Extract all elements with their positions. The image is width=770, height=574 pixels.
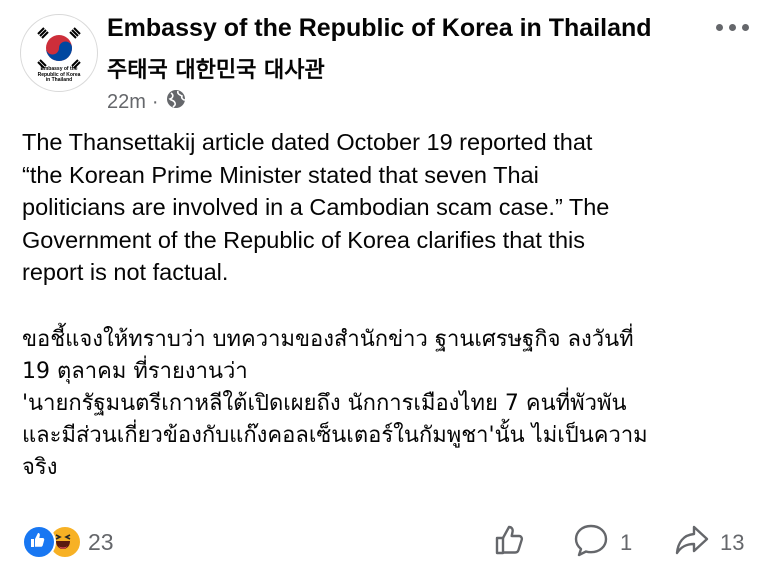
- page-name-korean[interactable]: 주태국 대한민국 대사관: [107, 52, 325, 84]
- post-text-line: The Thansettakij article dated October 1…: [22, 129, 593, 155]
- comment-bubble-icon: [572, 522, 610, 564]
- comment-button[interactable]: 1: [572, 522, 632, 564]
- post-text-line: politicians are involved in a Cambodian …: [22, 194, 610, 220]
- reaction-count: 23: [88, 528, 114, 555]
- post-text-line: report is not factual.: [22, 259, 229, 285]
- share-arrow-icon: [674, 522, 710, 564]
- reactions-summary[interactable]: 23: [22, 525, 114, 559]
- meta-separator: ·: [151, 90, 159, 113]
- post-text-line: และมีส่วนเกี่ยวข้องกับแก๊งคอลเซ็นเตอร์ใน…: [22, 423, 648, 448]
- post-text-line: “the Korean Prime Minister stated that s…: [22, 161, 539, 188]
- thumbs-up-icon: [492, 522, 528, 564]
- share-button[interactable]: 13: [674, 522, 744, 564]
- page-name-link[interactable]: Embassy of the Republic of Korea in Thai…: [107, 14, 652, 43]
- more-dot: [742, 24, 749, 31]
- post-text-line: จริง: [22, 455, 58, 480]
- like-button[interactable]: [492, 522, 528, 564]
- page-avatar[interactable]: Embassy of the Republic of Korea in Thai…: [20, 14, 98, 92]
- more-options-button[interactable]: [716, 24, 749, 31]
- like-reaction-icon: [22, 525, 56, 559]
- post-body-english: The Thansettakij article dated October 1…: [22, 126, 752, 289]
- post-header: Embassy of the Republic of Korea in Thai…: [0, 0, 770, 120]
- more-dot: [729, 24, 736, 31]
- post-footer: 23 1 13: [0, 520, 770, 564]
- comment-count: 1: [620, 530, 633, 555]
- post-body-thai: ขอชี้แจงให้ทราบว่า บทความของสำนักข่าว ฐา…: [22, 324, 752, 484]
- post-text-line: ขอชี้แจงให้ทราบว่า บทความของสำนักข่าว ฐา…: [22, 327, 634, 352]
- post-text-line: Government of the Republic of Korea clar…: [22, 226, 585, 253]
- post-meta: 22m ·: [107, 90, 187, 114]
- post-text-line: 19 ตุลาคม ที่รายงานว่า: [22, 359, 248, 384]
- globe-icon[interactable]: [165, 88, 187, 116]
- post-text-line: 'นายกรัฐมนตรีเกาหลีใต้เปิดเผยถึง นักการเ…: [22, 391, 627, 416]
- post-timestamp[interactable]: 22m: [107, 91, 146, 114]
- more-dot: [716, 24, 723, 31]
- share-count: 13: [720, 530, 745, 555]
- avatar-caption: Embassy of the Republic of Korea in Thai…: [37, 66, 81, 83]
